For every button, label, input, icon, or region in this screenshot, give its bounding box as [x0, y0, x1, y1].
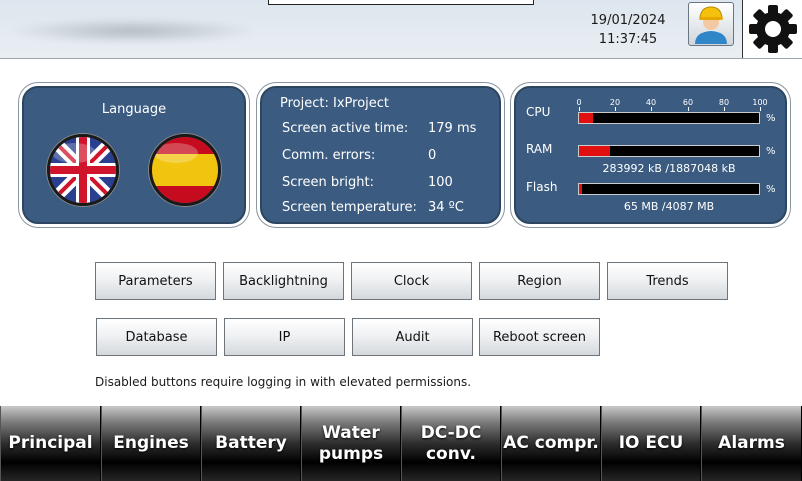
- spain-flag-icon: [152, 137, 218, 203]
- uk-flag-icon: [50, 137, 116, 203]
- bottom-navigation: Principal Engines Battery Water pumps DC…: [0, 406, 802, 481]
- row-value: 0: [428, 148, 437, 163]
- tick-label: 20: [609, 98, 621, 107]
- header-bar: 19/01/2024 11:37:45: [0, 0, 802, 59]
- nav-ac-compr[interactable]: AC compr.: [501, 406, 601, 481]
- project-panel: Project: IxProject Screen active time: 1…: [260, 86, 501, 224]
- row-value: 179 ms: [428, 121, 477, 136]
- header-logo-blur: [8, 18, 258, 44]
- tick-label: 100: [752, 98, 768, 107]
- audit-button[interactable]: Audit: [352, 318, 473, 356]
- nav-dcdc-conv[interactable]: DC-DC conv.: [401, 406, 501, 481]
- reboot-screen-button[interactable]: Reboot screen: [479, 318, 600, 356]
- language-panel: Language: [22, 86, 246, 224]
- spain-flag-button[interactable]: [149, 134, 221, 206]
- row-key: Screen temperature:: [282, 200, 417, 215]
- cpu-bar: [578, 112, 760, 124]
- tick-label: 0: [576, 98, 582, 107]
- permissions-note: Disabled buttons require logging in with…: [95, 375, 472, 389]
- flash-pct-unit: %: [766, 184, 776, 195]
- flash-bar: [578, 183, 760, 195]
- tick-label: 60: [682, 98, 694, 107]
- header-title-box: [268, 0, 534, 5]
- flash-label: Flash: [526, 180, 558, 194]
- region-button[interactable]: Region: [479, 262, 600, 300]
- row-value: 100: [428, 175, 453, 190]
- parameters-button[interactable]: Parameters: [95, 262, 216, 300]
- uk-flag-button[interactable]: [47, 134, 119, 206]
- row-key: Comm. errors:: [282, 148, 376, 163]
- backlightning-button[interactable]: Backlightning: [223, 262, 344, 300]
- row-key: Screen bright:: [282, 175, 375, 190]
- user-worker-icon: [695, 6, 727, 44]
- ram-bar: [578, 145, 760, 157]
- ip-button[interactable]: IP: [224, 318, 345, 356]
- time-text: 11:37:45: [598, 32, 658, 47]
- cpu-label: CPU: [526, 105, 551, 119]
- row-key: Screen active time:: [282, 121, 409, 136]
- date-text: 19/01/2024: [590, 13, 666, 28]
- cpu-pct-unit: %: [766, 113, 776, 124]
- database-button[interactable]: Database: [96, 318, 217, 356]
- tick-label: 40: [645, 98, 657, 107]
- ram-detail: 283992 kB /1887048 kB: [602, 162, 736, 175]
- nav-alarms[interactable]: Alarms: [701, 406, 802, 481]
- trends-button[interactable]: Trends: [607, 262, 728, 300]
- clock-button[interactable]: Clock: [351, 262, 472, 300]
- cpu-bar-fill: [579, 113, 594, 123]
- flash-detail: 65 MB /4087 MB: [623, 200, 715, 213]
- nav-battery[interactable]: Battery: [201, 406, 301, 481]
- row-value: 34 ºC: [428, 200, 464, 215]
- user-login-button[interactable]: [688, 2, 734, 46]
- language-title: Language: [101, 102, 167, 117]
- tick-label: 80: [718, 98, 730, 107]
- gear-icon: [748, 5, 797, 53]
- datetime: 19/01/2024 11:37:45: [578, 11, 678, 49]
- ram-bar-fill: [579, 146, 610, 156]
- ram-label: RAM: [526, 142, 553, 156]
- ram-pct-unit: %: [766, 146, 776, 157]
- nav-io-ecu[interactable]: IO ECU: [601, 406, 701, 481]
- system-usage-panel: 0 20 40 60 80 100 CPU % RAM % 283992 kB …: [514, 86, 787, 224]
- flash-bar-fill: [579, 184, 582, 194]
- nav-engines[interactable]: Engines: [101, 406, 201, 481]
- scale-tickmarks: [579, 107, 761, 111]
- settings-button[interactable]: [742, 0, 802, 58]
- project-title: Project: IxProject: [280, 96, 389, 111]
- nav-principal[interactable]: Principal: [0, 406, 101, 481]
- nav-water-pumps[interactable]: Water pumps: [301, 406, 401, 481]
